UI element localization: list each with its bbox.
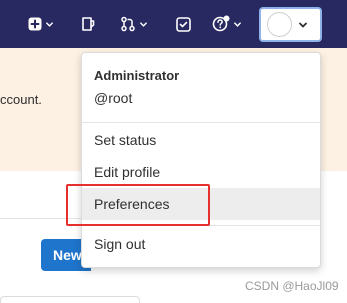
issues-button[interactable] bbox=[176, 12, 191, 36]
help-question-icon bbox=[212, 15, 230, 32]
merge-request-icon bbox=[121, 16, 135, 32]
user-display-name: Administrator bbox=[94, 68, 180, 83]
avatar bbox=[267, 12, 292, 37]
menu-item-label: Edit profile bbox=[94, 164, 161, 180]
menu-item-label: Sign out bbox=[94, 236, 146, 252]
help-dropdown[interactable] bbox=[212, 12, 242, 36]
annotation-highlight-box bbox=[66, 184, 210, 226]
chevron-down-icon bbox=[299, 22, 307, 28]
user-username: @root bbox=[94, 90, 133, 106]
filter-input[interactable] bbox=[0, 296, 140, 303]
alert-text: ccount. bbox=[0, 92, 42, 107]
menu-divider bbox=[82, 122, 320, 123]
watermark: CSDN @HaoJl09 bbox=[245, 279, 339, 293]
chevron-down-icon bbox=[234, 21, 241, 27]
merge-requests-dropdown[interactable] bbox=[120, 12, 148, 36]
user-dropdown-menu: Administrator @root Set status Edit prof… bbox=[81, 52, 321, 268]
todo-notes-icon bbox=[82, 17, 95, 31]
menu-item-sign-out[interactable]: Sign out bbox=[82, 228, 320, 260]
chevron-down-icon bbox=[140, 21, 147, 27]
new-button-label: New bbox=[53, 247, 82, 263]
user-info: Administrator @root bbox=[94, 67, 179, 107]
chevron-down-icon bbox=[46, 21, 53, 27]
create-new-dropdown[interactable] bbox=[28, 12, 54, 36]
todos-button[interactable] bbox=[81, 12, 96, 36]
user-menu-toggle[interactable] bbox=[259, 7, 322, 42]
menu-item-label: Set status bbox=[94, 132, 157, 148]
plus-square-icon bbox=[28, 17, 42, 31]
top-navbar bbox=[0, 0, 347, 48]
menu-item-set-status[interactable]: Set status bbox=[82, 124, 320, 156]
check-square-icon bbox=[176, 16, 191, 32]
